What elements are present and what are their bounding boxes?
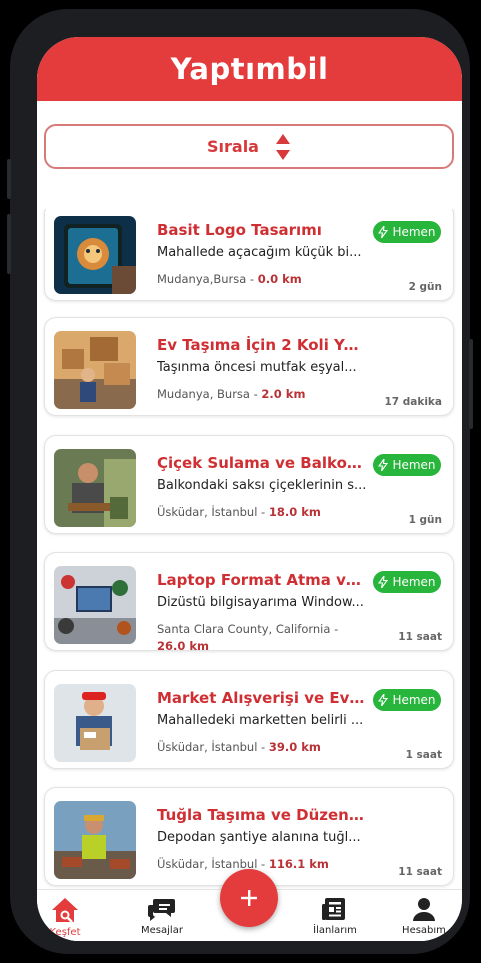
listing-location: Üsküdar, İstanbul - 116.1 km bbox=[157, 856, 367, 873]
add-listing-button[interactable] bbox=[220, 869, 278, 927]
listing-card[interactable]: Basit Logo Tasarımı Mahallede açacağım kü… bbox=[44, 209, 454, 301]
listing-image bbox=[54, 566, 136, 644]
badge-label: Hemen bbox=[392, 458, 436, 472]
listing-time: 1 gün bbox=[408, 514, 442, 526]
listing-title: Çiçek Sulama ve Balkon ... bbox=[157, 454, 367, 472]
hemen-badge: Hemen bbox=[373, 221, 441, 243]
app-screen: Yaptımbil Sırala Basit Logo Tasarımı Maha… bbox=[37, 37, 462, 941]
hemen-badge: Hemen bbox=[373, 571, 441, 593]
user-icon bbox=[413, 898, 435, 921]
listing-title: Basit Logo Tasarımı bbox=[157, 221, 322, 239]
nav-mesajlar[interactable]: Mesajlar bbox=[132, 890, 192, 941]
phone-side-button bbox=[7, 159, 11, 199]
nav-hesabim[interactable]: Hesabım bbox=[394, 890, 454, 941]
phone-side-button bbox=[469, 339, 473, 429]
listing-distance: 26.0 km bbox=[157, 639, 210, 653]
hemen-badge: Hemen bbox=[373, 454, 441, 476]
listing-distance: 2.0 km bbox=[261, 387, 306, 401]
badge-label: Hemen bbox=[392, 693, 436, 707]
listing-time: 1 saat bbox=[405, 749, 442, 761]
phone-frame: Yaptımbil Sırala Basit Logo Tasarımı Maha… bbox=[7, 9, 473, 954]
listing-image bbox=[54, 216, 136, 294]
nav-label-ilanlarim: İlanlarım bbox=[313, 925, 357, 936]
listing-image bbox=[54, 331, 136, 409]
listing-image bbox=[54, 801, 136, 879]
listing-distance: 39.0 km bbox=[268, 740, 321, 754]
listing-location: Üsküdar, İstanbul - 39.0 km bbox=[157, 739, 367, 756]
location-text: Üsküdar, İstanbul - bbox=[157, 740, 269, 754]
listing-location: Santa Clara County, California - 26.0 km bbox=[157, 621, 367, 655]
listing-description: Mahallede açacağım küçük bi... bbox=[157, 245, 362, 260]
chat-bubbles-icon bbox=[148, 899, 175, 921]
listing-description: Dizüstü bilgisayarıma Window... bbox=[157, 595, 364, 610]
listing-title: Tuğla Taşıma ve Düzenl... bbox=[157, 806, 367, 824]
listing-description: Balkondaki saksı çiçeklerinin s... bbox=[157, 478, 367, 493]
listing-distance: 18.0 km bbox=[268, 505, 321, 519]
listing-title: Ev Taşıma İçin 2 Koli Yar... bbox=[157, 336, 367, 354]
listing-image bbox=[54, 449, 136, 527]
plus-icon bbox=[241, 890, 257, 906]
listing-image bbox=[54, 684, 136, 762]
sort-button[interactable]: Sırala bbox=[44, 124, 454, 169]
listing-distance: 116.1 km bbox=[268, 857, 329, 871]
listing-time: 11 saat bbox=[398, 866, 442, 878]
listing-location: Mudanya,Bursa - 0.0 km bbox=[157, 271, 367, 288]
nav-label-kesfet: Keşfet bbox=[49, 927, 81, 938]
location-text: Santa Clara County, California - bbox=[157, 622, 339, 636]
nav-kesfet[interactable]: Keşfet bbox=[37, 890, 95, 941]
listing-list[interactable]: Basit Logo Tasarımı Mahallede açacağım kü… bbox=[37, 209, 462, 889]
home-search-icon bbox=[52, 898, 78, 923]
listing-card[interactable]: Laptop Format Atma ve ... Dizüstü bilgisa… bbox=[44, 552, 454, 653]
lightning-icon bbox=[378, 226, 389, 238]
lightning-icon bbox=[378, 459, 389, 471]
listing-time: 11 saat bbox=[398, 631, 442, 643]
hemen-badge: Hemen bbox=[373, 689, 441, 711]
badge-label: Hemen bbox=[392, 575, 436, 589]
listing-card[interactable]: Çiçek Sulama ve Balkon ... Balkondaki sak… bbox=[44, 435, 454, 534]
listing-time: 17 dakika bbox=[384, 396, 442, 408]
listing-time: 2 gün bbox=[408, 281, 442, 293]
listing-title: Laptop Format Atma ve ... bbox=[157, 571, 367, 589]
sort-label: Sırala bbox=[207, 137, 259, 156]
listing-distance: 0.0 km bbox=[257, 272, 302, 286]
nav-label-hesabim: Hesabım bbox=[402, 925, 446, 936]
location-text: Mudanya, Bursa - bbox=[157, 387, 262, 401]
app-title: Yaptımbil bbox=[170, 52, 329, 86]
sort-arrows-icon bbox=[275, 133, 290, 160]
nav-ilanlarim[interactable]: İlanlarım bbox=[305, 890, 365, 941]
newspaper-icon bbox=[322, 898, 345, 920]
badge-label: Hemen bbox=[392, 225, 436, 239]
listing-card[interactable]: Market Alışverişi ve Eve ... Mahalledeki … bbox=[44, 670, 454, 769]
location-text: Mudanya,Bursa - bbox=[157, 272, 258, 286]
location-text: Üsküdar, İstanbul - bbox=[157, 505, 269, 519]
listing-card[interactable]: Ev Taşıma İçin 2 Koli Yar... Taşınma önce… bbox=[44, 317, 454, 416]
listing-title: Market Alışverişi ve Eve ... bbox=[157, 689, 367, 707]
lightning-icon bbox=[378, 576, 389, 588]
nav-label-mesajlar: Mesajlar bbox=[141, 925, 183, 936]
lightning-icon bbox=[378, 694, 389, 706]
listing-description: Mahalledeki marketten belirli ... bbox=[157, 713, 364, 728]
phone-side-button bbox=[7, 214, 11, 274]
listing-location: Mudanya, Bursa - 2.0 km bbox=[157, 386, 367, 403]
listing-description: Depodan şantiye alanına tuğl... bbox=[157, 830, 361, 845]
listing-description: Taşınma öncesi mutfak eşyal... bbox=[157, 360, 357, 375]
app-header: Yaptımbil bbox=[37, 37, 462, 101]
listing-location: Üsküdar, İstanbul - 18.0 km bbox=[157, 504, 367, 521]
